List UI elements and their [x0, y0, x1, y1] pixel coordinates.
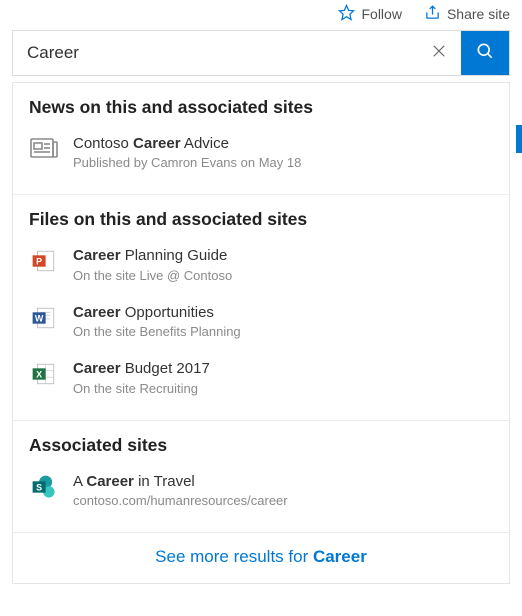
site-item-sub: contoso.com/humanresources/career — [73, 492, 493, 510]
follow-button[interactable]: Follow — [338, 4, 401, 24]
file-item-title: Career Opportunities — [73, 303, 493, 323]
share-site-button[interactable]: Share site — [424, 4, 510, 24]
file-item-title: Career Planning Guide — [73, 246, 493, 266]
file-result-item[interactable]: X Career Budget 2017 On the site Recruit… — [29, 353, 493, 409]
news-result-item[interactable]: Contoso Career Advice Published by Camro… — [29, 128, 493, 184]
svg-text:S: S — [36, 482, 42, 492]
see-more-prefix: See more results for — [155, 547, 313, 566]
scroll-indicator — [516, 125, 522, 153]
news-item-sub: Published by Camron Evans on May 18 — [73, 154, 493, 172]
clear-search-button[interactable] — [417, 31, 461, 75]
svg-text:X: X — [36, 370, 42, 380]
search-button[interactable] — [461, 31, 509, 75]
excel-icon: X — [29, 359, 59, 387]
sharepoint-icon: S — [29, 472, 59, 500]
section-files: Files on this and associated sites P Car… — [13, 194, 509, 419]
results-panel: News on this and associated sites Contos… — [12, 82, 510, 584]
file-item-sub: On the site Live @ Contoso — [73, 267, 493, 285]
file-item-title: Career Budget 2017 — [73, 359, 493, 379]
section-files-heading: Files on this and associated sites — [29, 209, 493, 230]
file-item-body: Career Planning Guide On the site Live @… — [73, 246, 493, 284]
news-item-title: Contoso Career Advice — [73, 134, 493, 154]
word-icon: W — [29, 303, 59, 331]
top-actions-bar: Follow Share site — [0, 0, 522, 30]
see-more-results-link[interactable]: See more results for Career — [13, 532, 509, 583]
section-sites: Associated sites S A Career in Travel co… — [13, 420, 509, 532]
svg-text:W: W — [35, 313, 44, 323]
file-result-item[interactable]: W Career Opportunities On the site Benef… — [29, 297, 493, 353]
star-icon — [338, 4, 355, 24]
follow-label: Follow — [361, 6, 401, 22]
svg-text:P: P — [36, 257, 42, 267]
file-item-sub: On the site Recruiting — [73, 380, 493, 398]
file-result-item[interactable]: P Career Planning Guide On the site Live… — [29, 240, 493, 296]
close-icon — [430, 42, 448, 65]
news-icon — [29, 134, 59, 160]
site-result-item[interactable]: S A Career in Travel contoso.com/humanre… — [29, 466, 493, 522]
file-item-body: Career Opportunities On the site Benefit… — [73, 303, 493, 341]
search-bar — [12, 30, 510, 76]
search-input[interactable] — [13, 31, 417, 75]
section-news-heading: News on this and associated sites — [29, 97, 493, 118]
site-item-title: A Career in Travel — [73, 472, 493, 492]
file-item-sub: On the site Benefits Planning — [73, 323, 493, 341]
news-item-body: Contoso Career Advice Published by Camro… — [73, 134, 493, 172]
see-more-term: Career — [313, 547, 367, 566]
share-label: Share site — [447, 6, 510, 22]
search-icon — [475, 41, 495, 66]
file-item-body: Career Budget 2017 On the site Recruitin… — [73, 359, 493, 397]
section-news: News on this and associated sites Contos… — [13, 83, 509, 194]
section-sites-heading: Associated sites — [29, 435, 493, 456]
powerpoint-icon: P — [29, 246, 59, 274]
share-icon — [424, 4, 441, 24]
site-item-body: A Career in Travel contoso.com/humanreso… — [73, 472, 493, 510]
